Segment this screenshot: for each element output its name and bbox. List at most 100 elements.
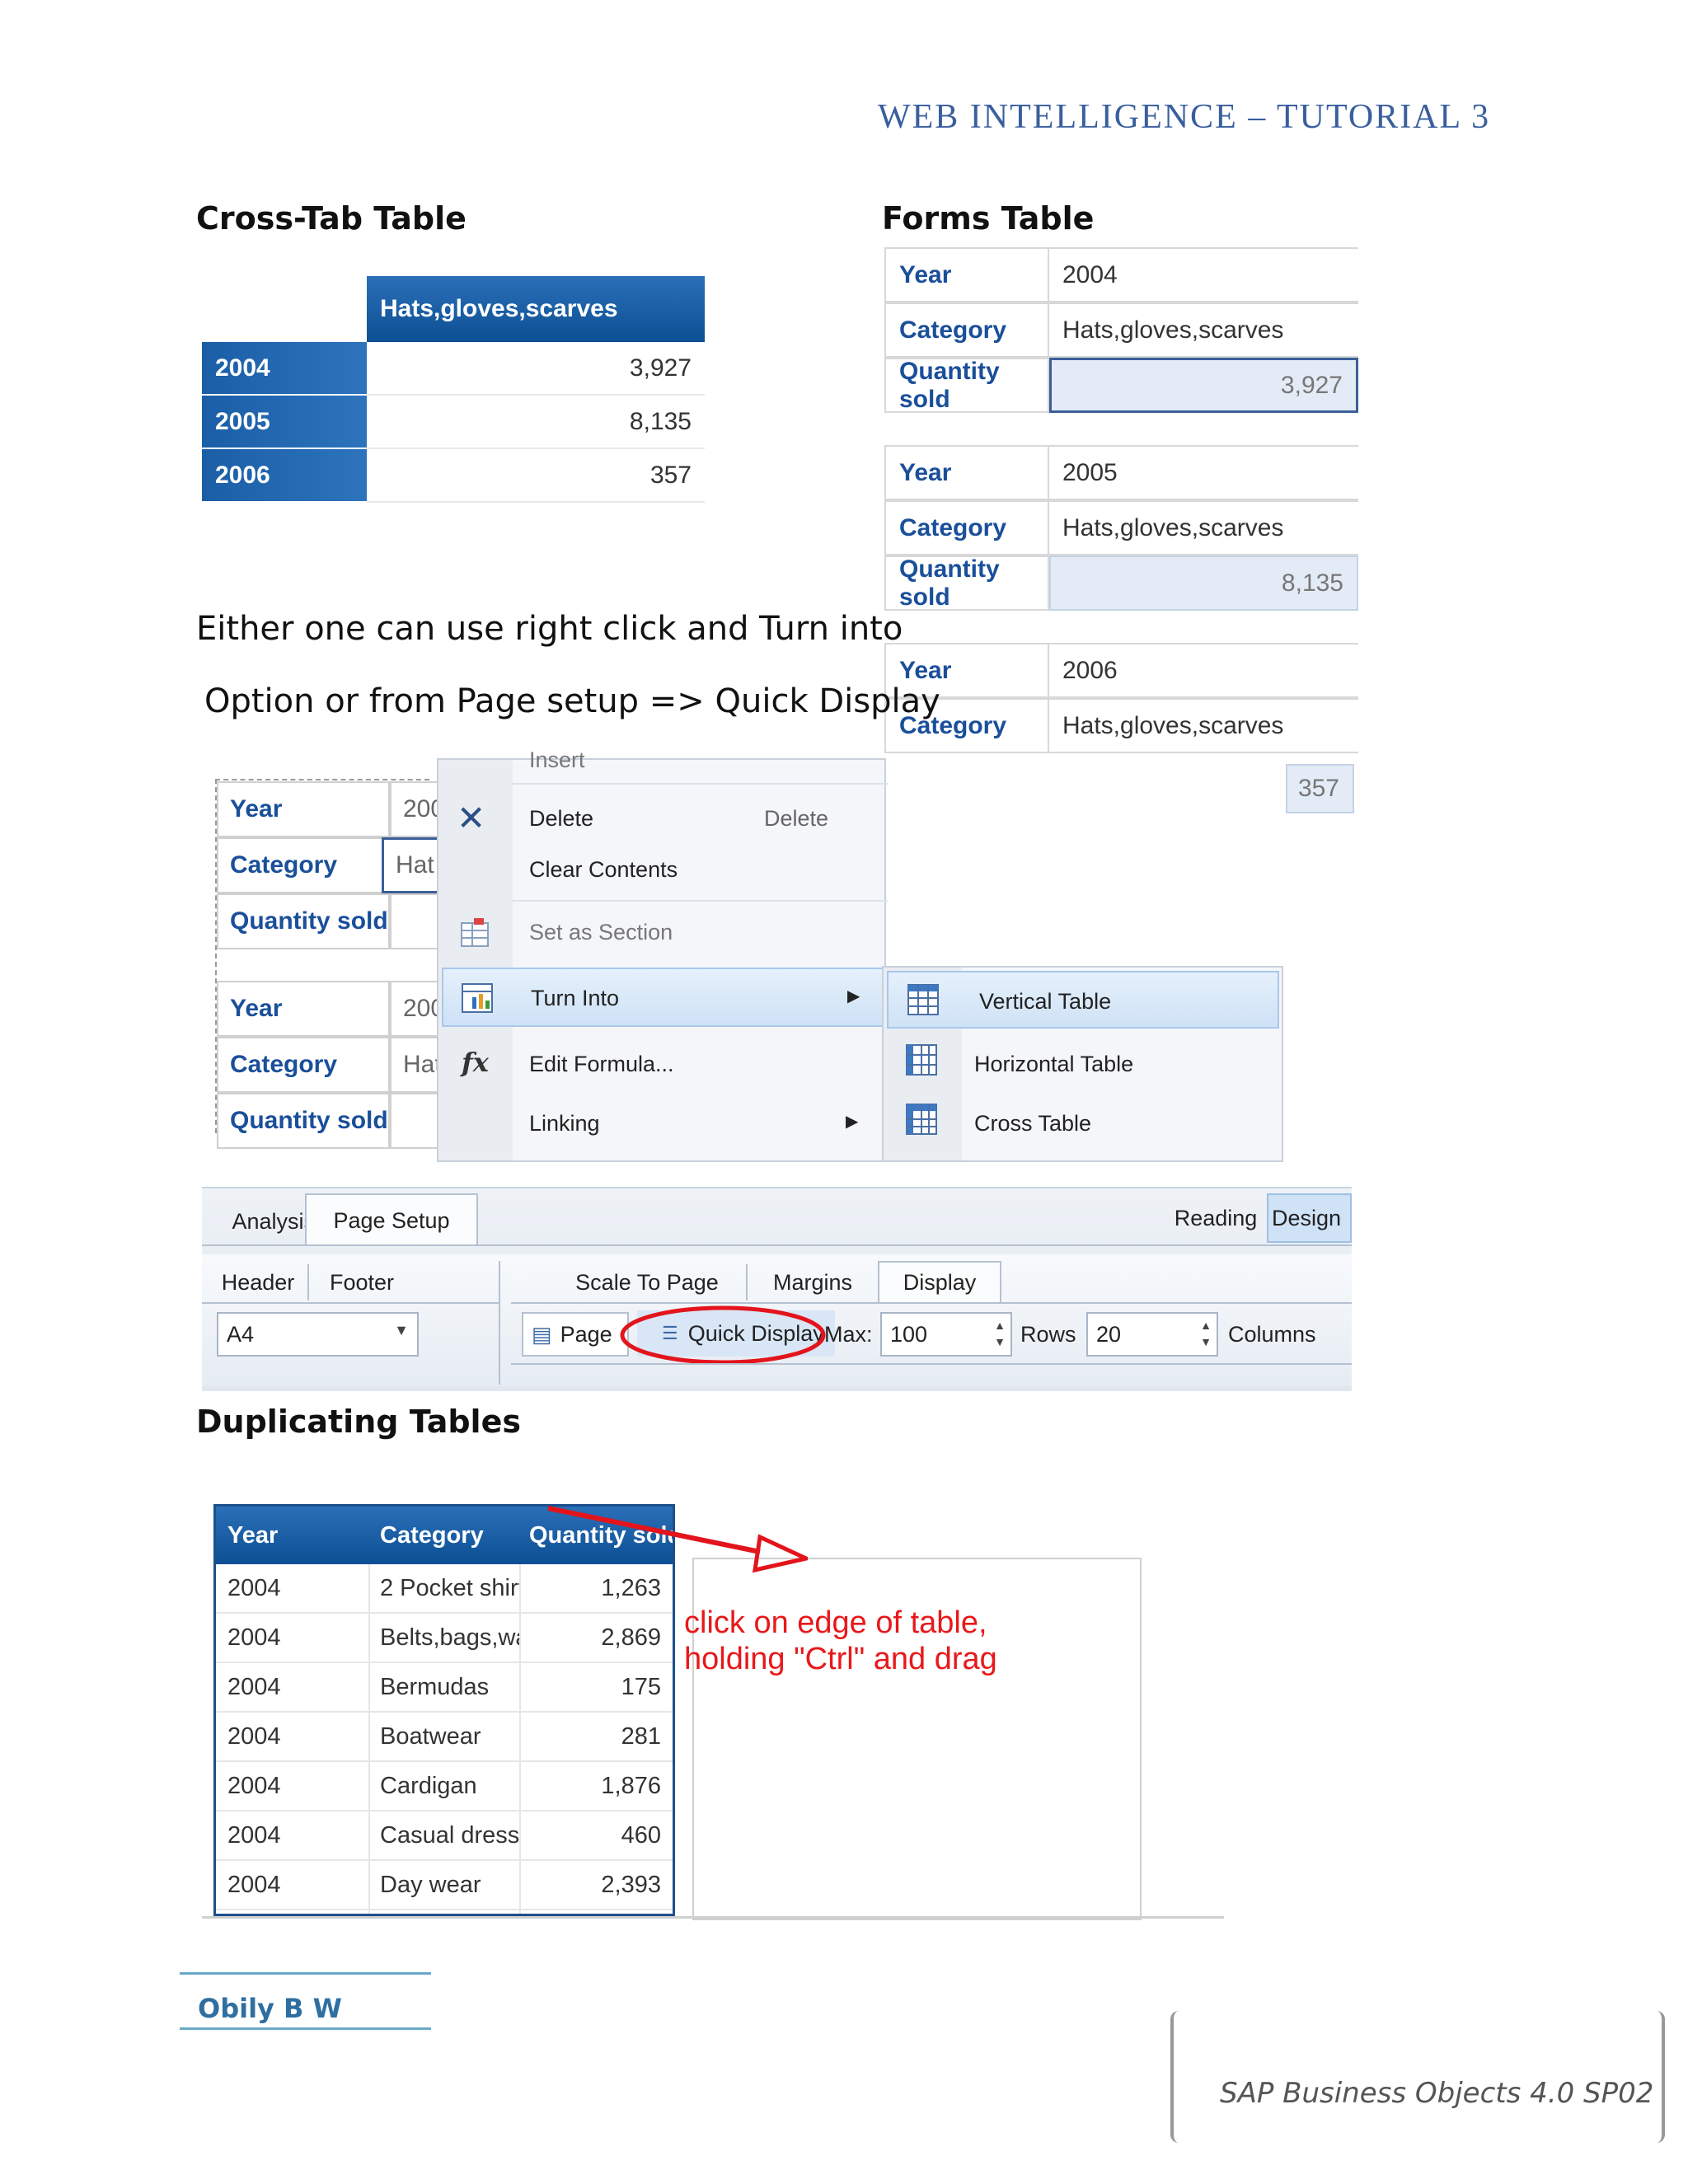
max-value: 100 [890,1321,928,1347]
column-header-year: Year [216,1507,368,1564]
cell-quantity: 2,869 [519,1614,673,1663]
max-input[interactable]: 100 ▲ ▼ [880,1312,1012,1357]
table-row: 2004 Bermudas 175 [216,1663,673,1713]
subtab-scale-to-page[interactable]: Scale To Page [548,1264,746,1301]
menu-item-turn-into[interactable]: Turn Into ▶ [442,968,884,1027]
menu-item-shortcut: Delete [764,806,829,831]
menu-item-label: Vertical Table [979,989,1112,1014]
duplicating-heading: Duplicating Tables [196,1404,521,1440]
rows-input[interactable]: 20 ▲ ▼ [1086,1312,1218,1357]
horizontal-table-icon [906,1044,937,1076]
subtab-footer[interactable]: Footer [307,1264,415,1301]
footer-rule-top [180,1972,431,1975]
rows-label: Rows [1020,1321,1076,1347]
menu-item-set-as-section[interactable]: Set as Section [438,907,884,958]
cell-category: Cardigan [368,1762,519,1811]
page-edge [202,1916,1224,1919]
menu-item-label: Cross Table [974,1111,1092,1136]
menu-item-linking[interactable]: Linking ▶ [438,1093,884,1152]
tab-page-setup[interactable]: Page Setup [305,1193,478,1246]
group-bottom [511,1363,1352,1365]
duplicating-rows: 20042 Pocket shirt1,2632004Belts,bags,wa… [216,1564,673,1914]
page-setup-ribbon: Analysis Page Setup Reading Design Heade… [202,1187,1352,1391]
forms-label-year: Year [884,445,1049,500]
submenu-item-cross-table[interactable]: Cross Table [884,1093,1282,1151]
forms-heading: Forms Table [882,200,1095,237]
cell-category: Boatwear [368,1713,519,1762]
cell-year: 2004 [216,1811,368,1861]
spinner-icon[interactable]: ▲ ▼ [994,1317,1006,1350]
crosstab-cell: 8,135 [367,396,705,449]
cm-label: Quantity sold [217,1093,390,1149]
tab-baseline [202,1244,1352,1246]
forms-value-quantity: 357 [1286,764,1354,813]
submenu-arrow-icon: ▶ [847,987,860,1005]
forms-value-quantity: 3,927 [1049,358,1358,413]
menu-item-clear-contents[interactable]: Clear Contents [438,844,884,895]
duplicating-screenshot: Year Category Quantity sold 2004 2 Pocket… [202,1504,1224,1933]
cm-label: Category [217,1037,390,1093]
cell-category: 2 Pocket shirt [368,1564,519,1614]
annotation-line-2: holding "Ctrl" and drag [684,1642,997,1676]
menu-item-edit-formula[interactable]: fx Edit Formula... [438,1033,884,1093]
page-button-label: Page [560,1321,612,1347]
menu-item-label: Clear Contents [529,857,678,882]
subtab-display[interactable]: Display [878,1261,1001,1302]
crosstab-row-header: 2004 [202,342,367,396]
cell-quantity: 2,393 [519,1861,673,1910]
max-label: Max: [824,1321,873,1347]
chevron-down-icon: ▼ [394,1322,409,1338]
tab-design[interactable]: Design [1267,1193,1352,1243]
menu-item-insert[interactable]: Insert [529,743,585,776]
footer-rule-bottom [180,2027,431,2030]
submenu-item-vertical-table[interactable]: Vertical Table [887,971,1279,1029]
columns-label: Columns [1228,1321,1316,1347]
formula-icon: fx [462,1047,489,1078]
menu-divider [513,900,888,902]
cell-year: 2004 [216,1614,368,1663]
cm-label: Quantity sold [217,893,390,949]
cross-table-icon [906,1104,937,1135]
forms-value-category: Hats,gloves,scarves [1049,698,1358,753]
cell-quantity: 281 [519,1713,673,1762]
spinner-icon[interactable]: ▲ ▼ [1200,1317,1212,1350]
cell-category: Casual dress [368,1811,519,1861]
cell-category: Belts,bags,wallets [368,1614,519,1663]
submenu-item-horizontal-table[interactable]: Horizontal Table [884,1033,1282,1091]
forms-label-quantity: Quantity sold [884,358,1049,413]
instruction-line-1: Either one can use right click and Turn … [196,610,903,648]
menu-item-delete[interactable]: ✕ Delete Delete [438,793,884,844]
document-header-title: WEB INTELLIGENCE – TUTORIAL 3 [878,98,1491,136]
cm-label: Year [217,981,390,1037]
table-row: 2004 Day wear 2,393 [216,1861,673,1910]
forms-table: Year 2004 Category Hats,gloves,scarves Q… [884,247,1358,758]
menu-item-label: Horizontal Table [974,1052,1134,1076]
tab-reading[interactable]: Reading [1158,1193,1273,1243]
crosstab-column-header: Hats,gloves,scarves [367,276,705,342]
forms-label-year: Year [884,247,1049,302]
page-icon: ▤ [532,1321,552,1347]
forms-value-year: 2005 [1049,445,1358,500]
subtab-margins[interactable]: Margins [746,1264,878,1301]
annotation-line-1: click on edge of table, [684,1605,987,1640]
subtab-header[interactable]: Header [209,1264,307,1301]
rows-value: 20 [1096,1321,1122,1347]
crosstab-table: Hats,gloves,scarves 2004 3,927 2005 8,13… [202,276,705,504]
cm-label: Year [217,781,390,837]
column-header-category: Category [368,1507,519,1564]
cell-year: 2004 [216,1663,368,1713]
page-button[interactable]: ▤ Page [522,1312,629,1357]
forms-value-year: 2006 [1049,643,1358,698]
table-row: 2004 Boatwear 281 [216,1713,673,1762]
turn-into-submenu: Vertical Table Horizontal Table Cross Ta… [882,966,1283,1162]
menu-item-label: Delete [529,806,594,831]
footer-author: Obily B W [198,1993,342,2024]
tab-analysis[interactable]: Analysis [177,1197,321,1246]
forms-label-category: Category [884,500,1049,555]
paper-size-select[interactable]: A4 ▼ [217,1312,419,1357]
cell-year: 2004 [216,1762,368,1811]
menu-item-label: Set as Section [529,920,673,944]
menu-item-label: Linking [529,1111,600,1136]
paper-size-value: A4 [227,1321,255,1347]
table-row: 2004 Casual dress 460 [216,1811,673,1861]
